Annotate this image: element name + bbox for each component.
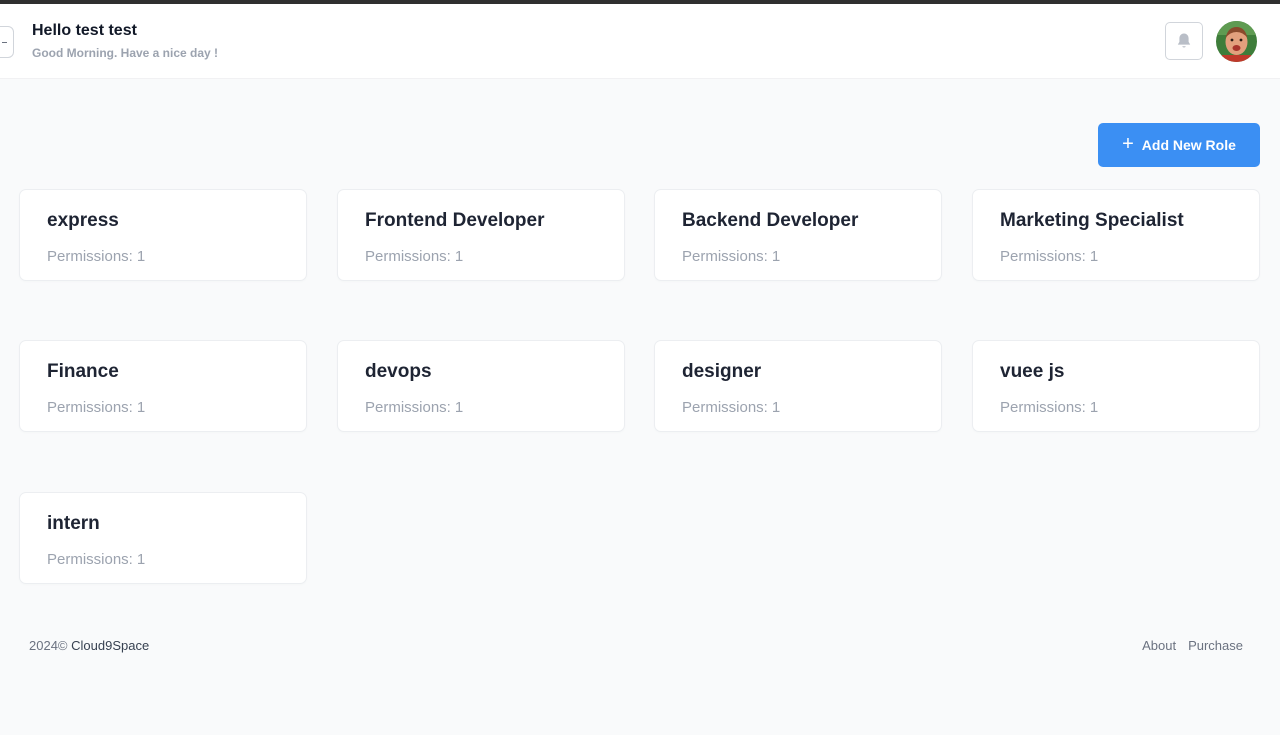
role-card-express[interactable]: express Permissions: 1 bbox=[19, 189, 307, 281]
greeting-subtitle: Good Morning. Have a nice day ! bbox=[32, 46, 219, 60]
permissions-count: 1 bbox=[454, 399, 464, 416]
role-permissions: Permissions: 1 bbox=[47, 248, 145, 265]
role-card-vuee-js[interactable]: vuee js Permissions: 1 bbox=[972, 340, 1260, 432]
role-name: intern bbox=[47, 513, 100, 534]
role-card-frontend-developer[interactable]: Frontend Developer Permissions: 1 bbox=[337, 189, 625, 281]
permissions-count: 1 bbox=[771, 248, 781, 265]
permissions-label: Permissions: bbox=[365, 399, 451, 416]
role-name: Frontend Developer bbox=[365, 210, 545, 231]
role-name: vuee js bbox=[1000, 361, 1065, 382]
footer-link-about[interactable]: About bbox=[1142, 638, 1176, 653]
copyright-text: 2024© bbox=[29, 638, 68, 653]
role-permissions: Permissions: 1 bbox=[682, 399, 780, 416]
permissions-label: Permissions: bbox=[1000, 399, 1086, 416]
avatar-image bbox=[1216, 21, 1257, 62]
add-new-role-label: Add New Role bbox=[1141, 137, 1236, 153]
add-new-role-button[interactable]: + Add New Role bbox=[1098, 123, 1260, 167]
permissions-count: 1 bbox=[1089, 248, 1099, 265]
role-permissions: Permissions: 1 bbox=[47, 551, 145, 568]
role-name: devops bbox=[365, 361, 432, 382]
footer-link-purchase[interactable]: Purchase bbox=[1188, 638, 1243, 653]
role-card-designer[interactable]: designer Permissions: 1 bbox=[654, 340, 942, 432]
role-permissions: Permissions: 1 bbox=[365, 399, 463, 416]
role-card-backend-developer[interactable]: Backend Developer Permissions: 1 bbox=[654, 189, 942, 281]
permissions-label: Permissions: bbox=[47, 551, 133, 568]
footer-links: About Purchase bbox=[1142, 638, 1243, 653]
user-avatar[interactable] bbox=[1216, 21, 1257, 62]
role-name: express bbox=[47, 210, 119, 231]
greeting-title: Hello test test bbox=[32, 22, 137, 39]
role-permissions: Permissions: 1 bbox=[365, 248, 463, 265]
role-name: Finance bbox=[47, 361, 119, 382]
role-name: Backend Developer bbox=[682, 210, 859, 231]
top-header: Hello test test Good Morning. Have a nic… bbox=[0, 4, 1280, 79]
footer-brand-link[interactable]: Cloud9Space bbox=[71, 638, 149, 653]
collapse-icon bbox=[2, 42, 7, 43]
role-card-finance[interactable]: Finance Permissions: 1 bbox=[19, 340, 307, 432]
permissions-label: Permissions: bbox=[47, 248, 133, 265]
permissions-label: Permissions: bbox=[1000, 248, 1086, 265]
permissions-count: 1 bbox=[136, 399, 146, 416]
permissions-label: Permissions: bbox=[682, 399, 768, 416]
permissions-label: Permissions: bbox=[365, 248, 451, 265]
plus-icon: + bbox=[1122, 133, 1134, 155]
role-name: Marketing Specialist bbox=[1000, 210, 1184, 231]
role-permissions: Permissions: 1 bbox=[682, 248, 780, 265]
role-permissions: Permissions: 1 bbox=[1000, 399, 1098, 416]
permissions-count: 1 bbox=[136, 551, 146, 568]
permissions-count: 1 bbox=[1089, 399, 1099, 416]
role-card-devops[interactable]: devops Permissions: 1 bbox=[337, 340, 625, 432]
sidebar-toggle-button[interactable] bbox=[0, 26, 14, 58]
role-permissions: Permissions: 1 bbox=[1000, 248, 1098, 265]
footer-copyright: 2024© Cloud9Space bbox=[29, 638, 149, 653]
permissions-label: Permissions: bbox=[682, 248, 768, 265]
role-card-intern[interactable]: intern Permissions: 1 bbox=[19, 492, 307, 584]
role-name: designer bbox=[682, 361, 762, 382]
role-card-marketing-specialist[interactable]: Marketing Specialist Permissions: 1 bbox=[972, 189, 1260, 281]
permissions-count: 1 bbox=[454, 248, 464, 265]
permissions-count: 1 bbox=[136, 248, 146, 265]
notifications-button[interactable] bbox=[1165, 22, 1203, 60]
bell-icon bbox=[1177, 33, 1191, 48]
permissions-label: Permissions: bbox=[47, 399, 133, 416]
permissions-count: 1 bbox=[771, 399, 781, 416]
role-permissions: Permissions: 1 bbox=[47, 399, 145, 416]
